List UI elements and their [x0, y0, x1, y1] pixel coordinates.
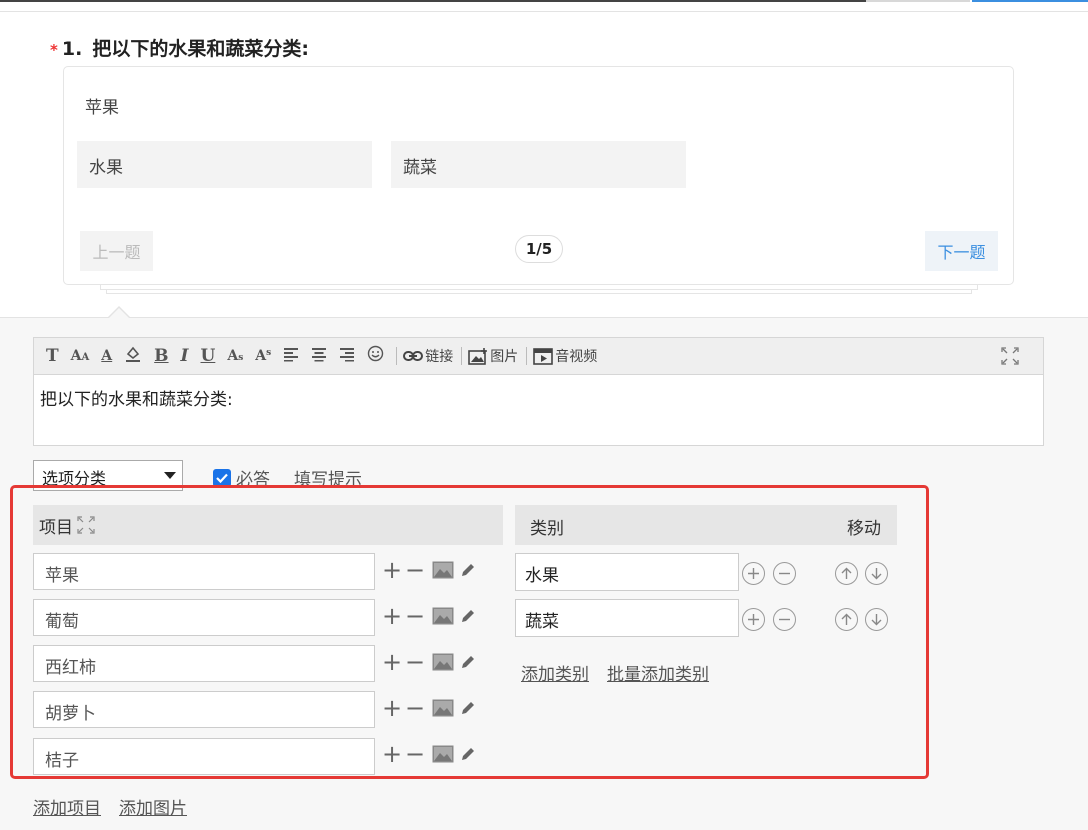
- toolbar-separator: [461, 347, 463, 365]
- font-size-icon[interactable]: AA: [71, 348, 90, 364]
- top-progress-line: [0, 0, 1088, 12]
- prev-question-button[interactable]: 上一题: [80, 231, 153, 271]
- check-icon: [216, 473, 228, 483]
- preview-category-box[interactable]: 水果: [77, 141, 372, 188]
- panel-pointer-inner: [108, 308, 130, 319]
- bottom-actions: 添加项目 添加图片: [33, 794, 187, 819]
- text-style-icon[interactable]: T: [46, 346, 59, 366]
- pager-indicator: 1/5: [515, 235, 563, 263]
- add-item-link[interactable]: 添加项目: [33, 794, 101, 819]
- fullscreen-icon[interactable]: [1001, 347, 1019, 369]
- superscript-icon[interactable]: As: [255, 348, 271, 364]
- highlight-frame: [10, 485, 929, 779]
- emoji-icon[interactable]: [367, 345, 384, 367]
- image-label: 图片: [490, 349, 519, 365]
- add-image-link[interactable]: 添加图片: [119, 794, 187, 819]
- italic-icon[interactable]: I: [181, 346, 189, 366]
- insert-image-button[interactable]: 图片: [468, 346, 518, 366]
- underline-icon[interactable]: U: [201, 346, 216, 366]
- required-star: *: [50, 41, 58, 59]
- top-line-segment: [866, 0, 970, 2]
- font-color-icon[interactable]: A: [101, 348, 112, 364]
- align-right-icon[interactable]: [339, 346, 355, 367]
- preview-current-item: 苹果: [85, 98, 119, 118]
- align-left-icon[interactable]: [283, 346, 299, 367]
- video-icon: [533, 347, 554, 365]
- question-title: * 1. 把以下的水果和蔬菜分类:: [50, 34, 309, 61]
- top-line-segment: [0, 0, 866, 2]
- bold-icon[interactable]: B: [154, 346, 168, 366]
- next-question-button[interactable]: 下一题: [925, 231, 998, 271]
- question-number: 1.: [61, 38, 83, 60]
- preview-card: 苹果 水果 蔬菜 上一题 1/5 下一题: [63, 66, 1014, 285]
- question-title-text: 把以下的水果和蔬菜分类:: [92, 38, 309, 60]
- image-icon: [468, 347, 488, 365]
- question-text-editor[interactable]: 把以下的水果和蔬菜分类:: [33, 375, 1044, 446]
- link-icon: [403, 351, 424, 361]
- toolbar-separator: [526, 347, 528, 365]
- card-stack-shadow: [106, 290, 972, 294]
- insert-link-button[interactable]: 链接: [403, 346, 453, 366]
- dropdown-caret-icon: [164, 472, 176, 479]
- preview-category-box[interactable]: 蔬菜: [391, 141, 686, 188]
- subscript-icon[interactable]: As: [227, 348, 243, 364]
- rich-text-toolbar: T AA A B I U As As 链接 图片 音视频: [33, 337, 1044, 375]
- top-line-segment-active: [972, 0, 1088, 2]
- link-label: 链接: [425, 349, 454, 365]
- required-checkbox[interactable]: [213, 468, 231, 487]
- fill-color-icon[interactable]: [124, 345, 142, 368]
- media-label: 音视频: [555, 349, 598, 365]
- insert-media-button[interactable]: 音视频: [533, 346, 597, 366]
- align-center-icon[interactable]: [311, 346, 327, 367]
- toolbar-separator: [396, 347, 398, 365]
